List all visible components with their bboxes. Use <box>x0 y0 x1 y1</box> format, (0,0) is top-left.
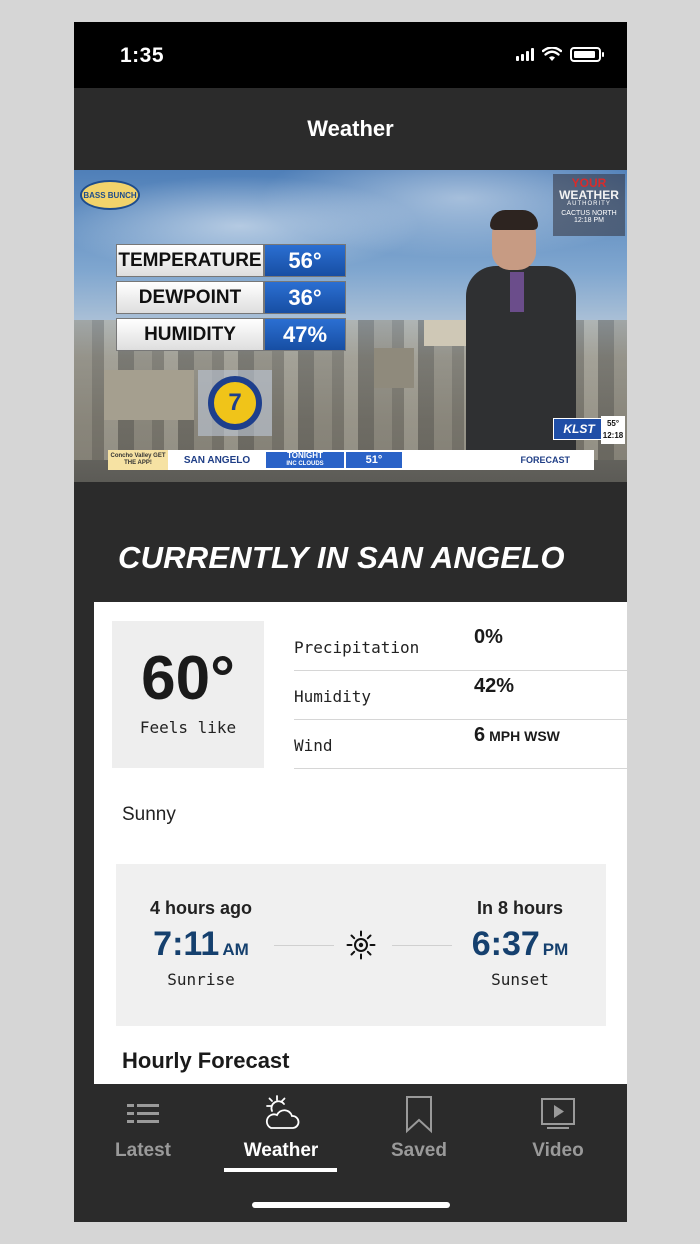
stat-row: DEWPOINT 36° <box>116 281 346 314</box>
weather-icon <box>265 1095 300 1129</box>
weather-stats-graphic: TEMPERATURE 56° DEWPOINT 36° HUMIDITY 47… <box>116 244 346 355</box>
sunrise-sunset-box: 4 hours ago 7:11 AM Sunrise In 8 hours 6:… <box>116 864 606 1026</box>
ticker-tonight: TONIGHT INC CLOUDS <box>266 452 344 468</box>
divider <box>274 945 334 946</box>
sunset-relative: In 8 hours <box>476 898 563 918</box>
channel-logo: 7 <box>198 370 272 436</box>
metric-value: 6 MPH WSW <box>474 724 560 746</box>
ticker-city: SAN ANGELO <box>183 454 251 466</box>
current-temperature: 60° <box>141 644 235 713</box>
metric-label: Wind <box>294 736 333 755</box>
condition-text: Sunny <box>122 804 176 825</box>
stat-row: TEMPERATURE 56° <box>116 244 346 277</box>
stat-value: 36° <box>264 281 346 314</box>
home-indicator[interactable] <box>252 1202 450 1208</box>
hourly-forecast-heading: Hourly Forecast <box>122 1048 290 1073</box>
sunrise-column: 4 hours ago 7:11 AM Sunrise <box>116 898 286 989</box>
channel-number: 7 <box>208 376 262 430</box>
status-icons <box>516 47 604 62</box>
metric-label: Humidity <box>294 687 372 706</box>
tab-video[interactable]: Video <box>489 1094 627 1174</box>
video-building <box>374 348 414 388</box>
tab-saved[interactable]: Saved <box>350 1094 488 1174</box>
sunrise-time: 7:11 AM <box>153 925 249 963</box>
stat-label: DEWPOINT <box>116 281 264 314</box>
sponsor-logo: BASS BUNCH <box>80 180 140 210</box>
phone-screen: 1:35 Weather BASS BUNCH YOUR WEATHER AUT… <box>74 22 627 1222</box>
stat-value: 56° <box>264 244 346 277</box>
video-building <box>104 370 194 420</box>
signal-icon <box>516 48 534 61</box>
app-header: Weather <box>74 88 627 170</box>
weather-video-player[interactable]: BASS BUNCH YOUR WEATHER AUTHORITY CACTUS… <box>74 170 627 482</box>
video-ticker: Concho Valley GET THE APP! SAN ANGELO TO… <box>108 450 594 470</box>
sunrise-relative: 4 hours ago <box>149 898 252 918</box>
page-title: Weather <box>307 116 394 141</box>
list-icon <box>127 1104 159 1123</box>
active-tab-indicator <box>224 1168 337 1172</box>
ticker-forecast: FORECAST <box>520 455 571 465</box>
status-time: 1:35 <box>120 44 165 67</box>
stat-label: TEMPERATURE <box>116 244 264 277</box>
sun-icon <box>346 930 376 960</box>
sunset-label: Sunset <box>491 970 549 989</box>
tab-label: Saved <box>391 1140 447 1161</box>
station-temp: 55° <box>606 419 620 428</box>
metric-row-humidity: Humidity 42% <box>294 671 627 720</box>
metric-label: Precipitation <box>294 638 420 657</box>
metric-value: 0% <box>474 626 503 648</box>
ticker-tonight-sub: INC CLOUDS <box>286 461 324 467</box>
battery-icon <box>570 47 604 62</box>
tab-latest[interactable]: Latest <box>74 1094 212 1174</box>
metric-row-precipitation: Precipitation 0% <box>294 622 627 671</box>
tab-label: Latest <box>115 1140 171 1161</box>
tab-label: Weather <box>243 1140 319 1161</box>
conditions-list: Precipitation 0% Humidity 42% Wind 6 MPH … <box>294 622 627 769</box>
temperature-box: 60° Feels like <box>112 621 264 768</box>
stat-row: HUMIDITY 47% <box>116 318 346 351</box>
stat-label: HUMIDITY <box>116 318 264 351</box>
current-conditions-card: 60° Feels like Precipitation 0% Humidity… <box>94 602 627 1084</box>
station-time: 12:18 <box>602 431 624 440</box>
metric-value: 42% <box>474 675 515 697</box>
metric-row-wind: Wind 6 MPH WSW <box>294 720 627 769</box>
ticker-tonight-label: TONIGHT <box>287 451 323 460</box>
ticker-temp: 51° <box>346 452 402 468</box>
brand-line2: WEATHER <box>559 188 619 202</box>
bookmark-icon <box>406 1096 432 1134</box>
tab-label: Video <box>532 1140 584 1161</box>
status-bar: 1:35 <box>74 22 627 88</box>
ticker-sponsor: Concho Valley GET THE APP! <box>108 450 168 470</box>
section-title: CURRENTLY IN SAN ANGELO <box>118 540 565 575</box>
sunset-time: 6:37 PM <box>471 925 569 963</box>
feels-like-label: Feels like <box>139 718 237 737</box>
stat-value: 47% <box>264 318 346 351</box>
video-icon <box>541 1098 575 1129</box>
station-temp-time: 55° 12:18 <box>601 416 625 444</box>
wifi-icon <box>542 47 562 61</box>
sunset-column: In 8 hours 6:37 PM Sunset <box>435 898 605 989</box>
station-logo: KLST <box>553 418 605 440</box>
sunrise-label: Sunrise <box>167 970 235 989</box>
tab-weather[interactable]: Weather <box>212 1094 350 1174</box>
